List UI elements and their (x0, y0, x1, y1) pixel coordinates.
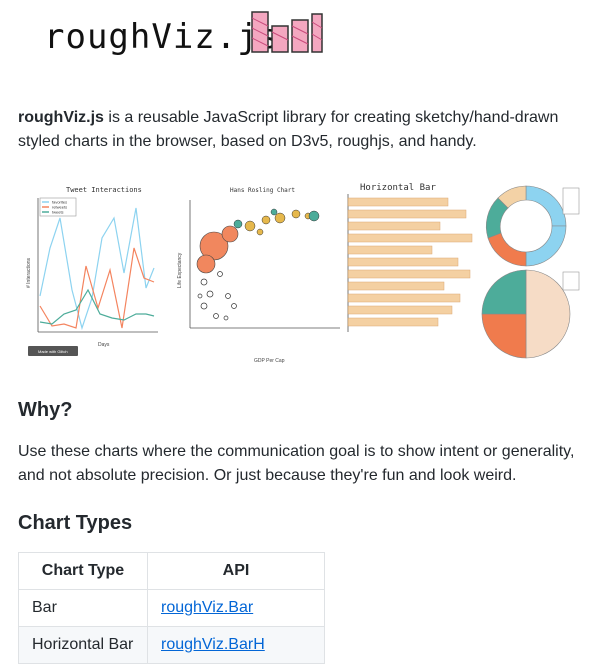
chart-type-cell: Horizontal Bar (18, 626, 148, 664)
chart-type-cell: Bar (18, 589, 148, 627)
logo-text: roughViz.js (44, 17, 280, 57)
logo: roughViz.js (40, 6, 330, 69)
column-header-api: API (147, 552, 325, 590)
donut-pie-charts (481, 185, 580, 359)
api-link-barh[interactable]: roughViz.BarH (161, 636, 265, 653)
chart1-title: Tweet Interactions (66, 186, 142, 194)
lib-name: roughViz.js (18, 109, 104, 126)
chart1-xlabel: Days (98, 342, 110, 348)
intro-paragraph: roughViz.js is a reusable JavaScript lib… (18, 106, 588, 154)
chart2-title: Hans Rosling Chart (230, 187, 295, 194)
why-heading: Why? (18, 399, 73, 421)
chart2-ylabel: Life Expectancy (177, 252, 183, 288)
chart-gallery: Tweet Interactions favorites retweets tw… (18, 178, 584, 369)
table-row: Bar roughViz.Bar (18, 589, 325, 627)
chart1-legend-tweets: tweets (52, 210, 64, 215)
glitch-badge-text: Made with Glitch (38, 349, 68, 354)
hans-rosling-chart: Hans Rosling Chart Life Expectancy GDP P… (177, 187, 340, 364)
chart2-xlabel: GDP Per Cap (254, 358, 285, 364)
why-paragraph: Use these charts where the communication… (18, 443, 575, 484)
column-header-chart-type: Chart Type (18, 552, 148, 590)
chart-types-table: Chart Type API Bar roughViz.Bar Horizont… (18, 552, 325, 664)
horizontal-bar-chart: Horizontal Bar (347, 183, 473, 332)
pie-legend (562, 271, 580, 291)
api-link-bar[interactable]: roughViz.Bar (161, 599, 253, 616)
chart-types-heading: Chart Types (18, 512, 133, 534)
donut-legend (562, 187, 580, 215)
api-cell: roughViz.Bar (147, 589, 325, 627)
chart1-ylabel: # Interactions (26, 257, 32, 288)
tweet-interactions-chart: Tweet Interactions favorites retweets tw… (26, 186, 158, 356)
logo-bars-icon (251, 11, 323, 53)
chart3-title: Horizontal Bar (360, 183, 436, 193)
table-row: Horizontal Bar roughViz.BarH (18, 626, 325, 664)
table-header-row: Chart Type API (18, 552, 325, 590)
api-cell: roughViz.BarH (147, 626, 325, 664)
